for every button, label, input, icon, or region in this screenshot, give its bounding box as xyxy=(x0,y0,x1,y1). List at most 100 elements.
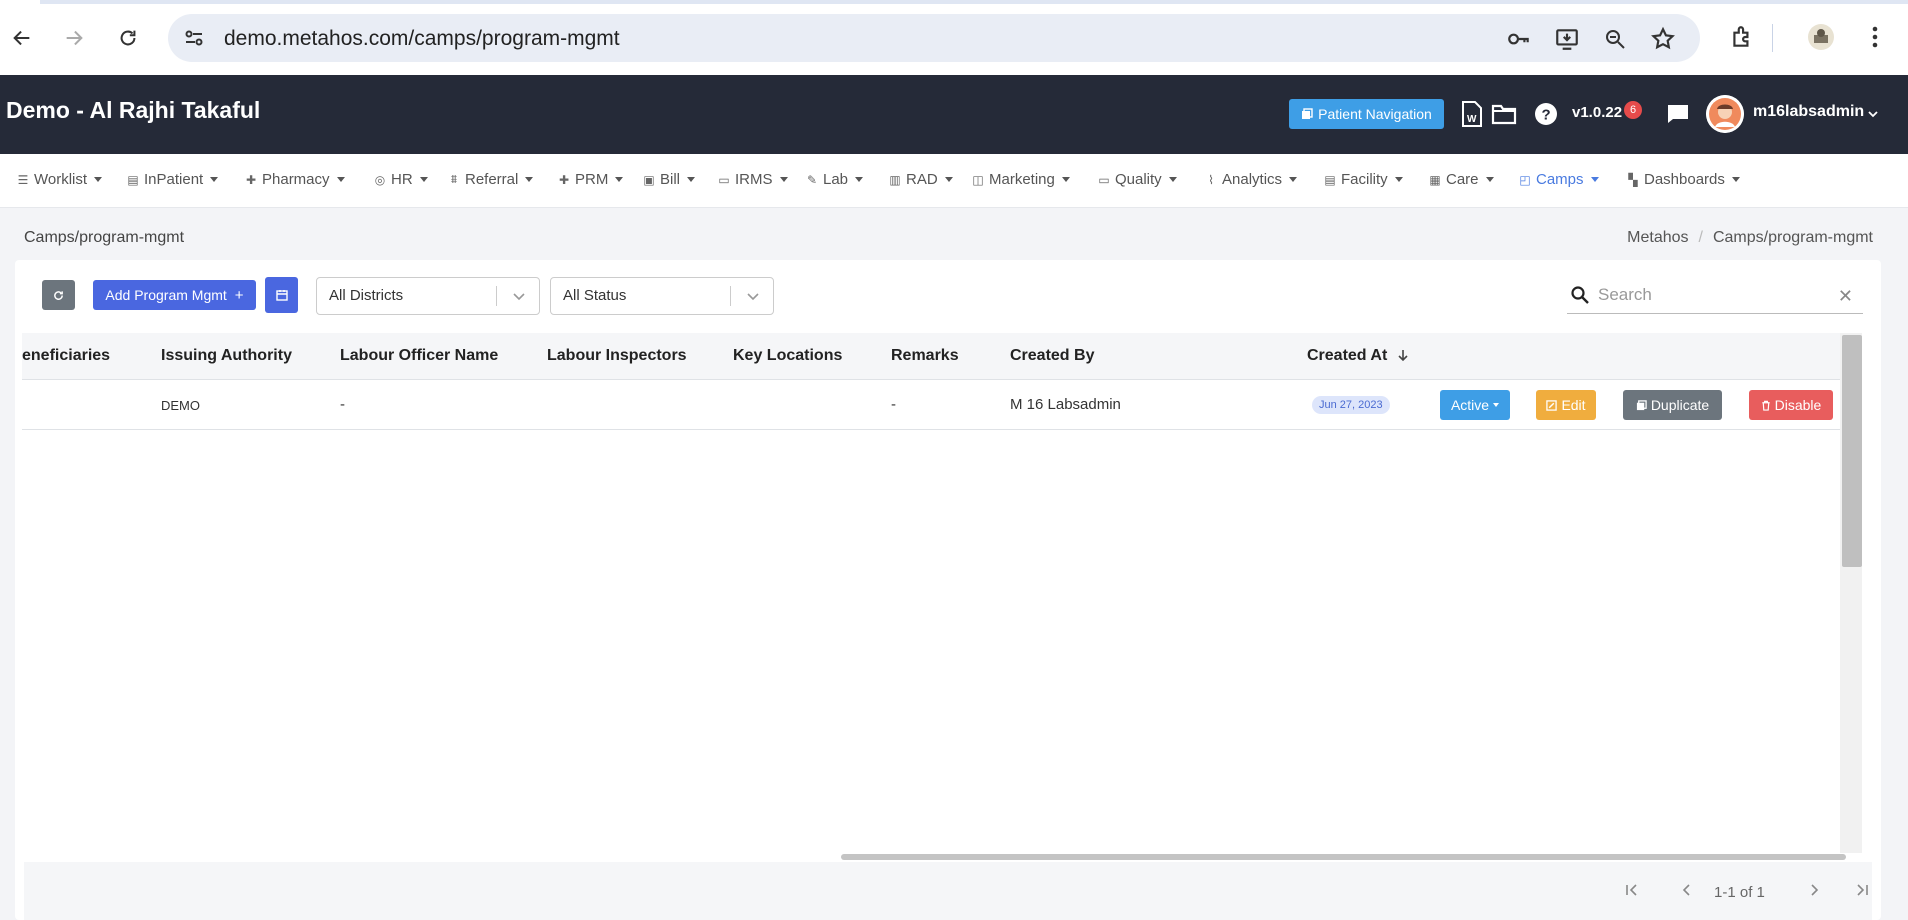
first-page-icon[interactable] xyxy=(1624,882,1640,903)
clear-search-icon[interactable]: ✕ xyxy=(1838,286,1853,307)
install-app-icon[interactable] xyxy=(1554,26,1580,52)
column-created-at[interactable]: Created At xyxy=(1307,347,1410,365)
version-label: v1.0.22 xyxy=(1572,104,1623,121)
add-program-mgmt-button[interactable]: Add Program Mgmt + xyxy=(93,280,256,310)
extensions-icon[interactable] xyxy=(1727,22,1757,52)
caret-down-icon xyxy=(1168,177,1177,182)
next-page-icon[interactable] xyxy=(1806,882,1822,903)
edit-icon xyxy=(1546,399,1558,411)
menu-item-prm[interactable]: ✚ PRM xyxy=(557,171,624,188)
disable-button[interactable]: Disable xyxy=(1749,390,1833,420)
content-card: Add Program Mgmt + All Districts All Sta… xyxy=(15,260,1881,920)
reload-button[interactable] xyxy=(112,22,144,54)
column-beneficiaries[interactable]: eneficiaries xyxy=(22,347,110,365)
folder-icon[interactable] xyxy=(1490,99,1518,129)
caret-down-icon xyxy=(419,177,428,182)
status-dropdown-button[interactable]: Active xyxy=(1440,390,1510,420)
pagination-range: 1-1 of 1 xyxy=(1714,884,1765,901)
svg-text:?: ? xyxy=(1542,107,1551,124)
chevron-down-icon[interactable] xyxy=(1868,105,1878,121)
district-select[interactable]: All Districts xyxy=(316,277,540,315)
column-key-locations[interactable]: Key Locations xyxy=(733,347,842,365)
menu-item-rad[interactable]: ▥ RAD xyxy=(888,171,953,188)
pencil-icon: ✎ xyxy=(806,172,818,187)
menu-item-camps[interactable]: ◰ Camps xyxy=(1518,171,1599,188)
search-box: ✕ xyxy=(1567,278,1863,314)
caret-down-icon xyxy=(687,177,696,182)
menu-item-bill[interactable]: ▣ Bill xyxy=(642,171,696,188)
menu-item-inpatient[interactable]: ▤ InPatient xyxy=(126,171,219,188)
url-text[interactable]: demo.metahos.com/camps/program-mgmt xyxy=(224,27,620,51)
previous-page-icon[interactable] xyxy=(1679,882,1695,903)
menu-item-quality[interactable]: ▭ Quality xyxy=(1097,171,1177,188)
column-issuing-authority[interactable]: Issuing Authority xyxy=(161,347,292,365)
caret-down-icon xyxy=(525,177,534,182)
menu-item-label: Analytics xyxy=(1222,171,1283,188)
notification-badge: 6 xyxy=(1624,101,1642,119)
menu-item-lab[interactable]: ✎ Lab xyxy=(805,171,864,188)
copy-icon xyxy=(1636,399,1647,410)
column-labour-inspectors[interactable]: Labour Inspectors xyxy=(547,347,687,365)
profile-avatar-icon[interactable] xyxy=(1806,22,1836,52)
column-created-by[interactable]: Created By xyxy=(1010,347,1094,365)
menu-item-dashboards[interactable]: ▚ Dashboards xyxy=(1626,171,1740,188)
table-row: DEMO - - M 16 Labsadmin Jun 27, 2023 Act… xyxy=(22,380,1852,430)
column-labour-officer-name[interactable]: Labour Officer Name xyxy=(340,347,498,365)
vertical-scroll-thumb[interactable] xyxy=(1842,335,1862,567)
back-button[interactable] xyxy=(6,22,38,54)
duplicate-label: Duplicate xyxy=(1650,397,1710,413)
username[interactable]: m16labsadmin xyxy=(1753,103,1864,121)
caret-down-icon xyxy=(1590,177,1599,182)
patient-navigation-button[interactable]: Patient Navigation xyxy=(1289,99,1444,129)
help-icon[interactable]: ? xyxy=(1532,99,1560,129)
menu-item-label: RAD xyxy=(906,171,938,188)
table-header: eneficiaries Issuing Authority Labour Of… xyxy=(22,333,1852,380)
pulse-icon: ⌇ xyxy=(1208,172,1214,187)
status-label: Active xyxy=(1450,397,1490,413)
menu-item-analytics[interactable]: ⌇ Analytics xyxy=(1204,171,1298,188)
address-bar[interactable]: demo.metahos.com/camps/program-mgmt xyxy=(168,14,1700,62)
menu-item-label: Care xyxy=(1446,171,1479,188)
user-avatar[interactable] xyxy=(1706,95,1744,133)
pagination-footer: 1-1 of 1 xyxy=(24,862,1872,920)
cell-remarks: - xyxy=(891,396,896,413)
menu-item-marketing[interactable]: ◫ Marketing xyxy=(971,171,1070,188)
document-icon: ▤ xyxy=(1324,172,1336,187)
caret-down-icon xyxy=(336,177,345,182)
breadcrumb-home[interactable]: Metahos xyxy=(1627,229,1688,247)
edit-button[interactable]: Edit xyxy=(1536,390,1596,420)
menu-item-care[interactable]: ▦ Care xyxy=(1428,171,1494,188)
bookmark-star-icon[interactable] xyxy=(1650,26,1676,52)
user-list-icon: ⩩ xyxy=(450,172,458,186)
chevron-down-icon xyxy=(747,293,759,301)
menu-item-hr[interactable]: ◎ HR xyxy=(373,171,428,188)
status-select[interactable]: All Status xyxy=(550,277,774,315)
key-icon[interactable] xyxy=(1506,26,1532,52)
app-title: Demo - Al Rajhi Takaful xyxy=(6,97,261,123)
search-input[interactable] xyxy=(1598,282,1828,308)
horizontal-scroll-thumb[interactable] xyxy=(841,854,1846,860)
search-icon xyxy=(1571,286,1589,304)
calendar-button[interactable] xyxy=(265,277,298,313)
plus-icon: ✚ xyxy=(245,172,257,187)
menu-item-referral[interactable]: ⩩ Referral xyxy=(447,171,534,188)
cell-issuing-authority: DEMO xyxy=(161,398,200,413)
browser-menu-icon[interactable] xyxy=(1860,22,1890,52)
last-page-icon[interactable] xyxy=(1854,882,1870,903)
menu-item-worklist[interactable]: ☰ Worklist xyxy=(16,171,103,188)
id-card-icon: ▭ xyxy=(1098,172,1110,187)
chat-icon[interactable] xyxy=(1664,99,1692,129)
word-document-icon[interactable]: W xyxy=(1458,99,1486,129)
list-icon: ☰ xyxy=(17,172,29,187)
duplicate-button[interactable]: Duplicate xyxy=(1623,390,1722,420)
caret-down-icon xyxy=(94,177,103,182)
refresh-icon xyxy=(54,290,63,300)
column-remarks[interactable]: Remarks xyxy=(891,347,959,365)
menu-item-irms[interactable]: ▭ IRMS xyxy=(717,171,788,188)
menu-item-facility[interactable]: ▤ Facility xyxy=(1323,171,1403,188)
site-settings-icon[interactable] xyxy=(182,26,206,50)
forward-button[interactable] xyxy=(58,22,90,54)
zoom-icon[interactable] xyxy=(1602,26,1628,52)
menu-item-pharmacy[interactable]: ✚ Pharmacy xyxy=(244,171,345,188)
refresh-button[interactable] xyxy=(42,280,75,310)
